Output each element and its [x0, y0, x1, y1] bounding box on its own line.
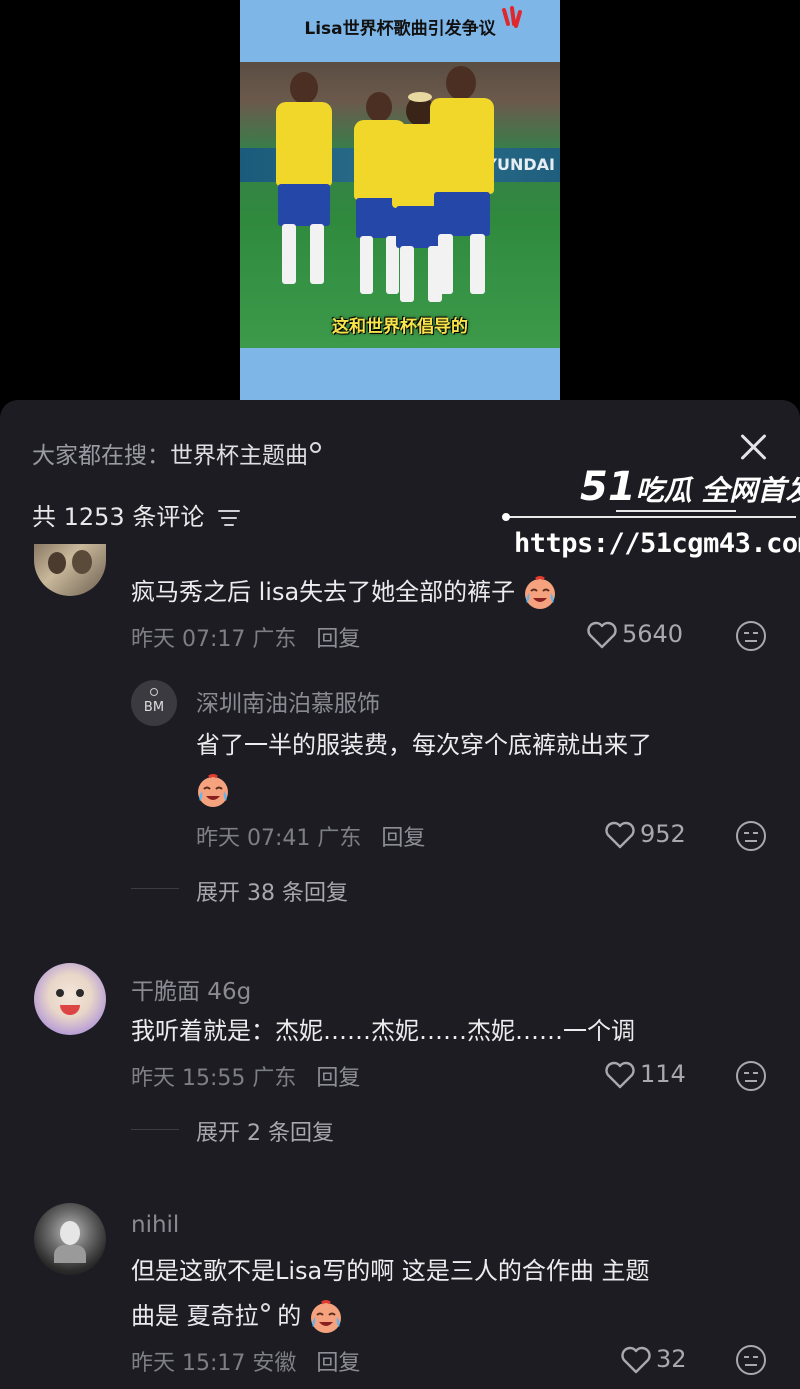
emoji-reaction-icon[interactable] [736, 1061, 766, 1091]
like-button[interactable]: 114 [604, 1060, 686, 1089]
avatar[interactable] [34, 963, 106, 1035]
emoji-reaction-icon[interactable] [736, 1345, 766, 1375]
avatar[interactable] [34, 1203, 106, 1275]
expand-replies-button[interactable]: 展开 2 条回复 [196, 1115, 334, 1147]
watermark-logo: 51吃瓜 全网首发 [580, 464, 800, 510]
comment-time: 昨天 15:17 安徽 [131, 1351, 297, 1376]
search-icon [310, 442, 321, 453]
reply-time: 昨天 07:41 广东 [196, 826, 362, 851]
reply-button[interactable]: 回复 [381, 826, 425, 851]
watermark-url: https://51cgm43.com [514, 528, 800, 559]
expand-replies-button[interactable]: 展开 38 条回复 [196, 875, 348, 907]
comment-text: 但是这歌不是Lisa写的啊 这是三人的合作曲 主题 [131, 1257, 650, 1285]
search-suggestion[interactable]: 大家都在搜：世界杯主题曲 [32, 436, 321, 470]
video-caption: 这和世界杯倡导的 [332, 317, 468, 337]
close-button[interactable] [734, 428, 772, 466]
search-suggestion-prefix: 大家都在搜： [32, 443, 170, 469]
search-icon [260, 1303, 270, 1312]
football-scene-image: HYUNDAI [240, 62, 560, 348]
comment-meta: 昨天 15:17 安徽 回复 [131, 1345, 360, 1377]
emoji-reaction-icon[interactable] [736, 621, 766, 651]
reply-text-emoji [196, 767, 230, 813]
avatar[interactable] [34, 544, 106, 596]
comment-time: 昨天 15:55 广东 [131, 1066, 297, 1091]
like-count: 32 [656, 1345, 687, 1373]
like-button[interactable]: 5640 [586, 620, 683, 649]
video-frame[interactable]: Lisa世界杯歌曲引发争议 HYUNDAI 这和世界杯倡导的 [240, 0, 560, 400]
like-count: 952 [640, 820, 686, 848]
like-button[interactable]: 32 [620, 1345, 687, 1374]
reply-meta: 昨天 07:41 广东 回复 [196, 820, 425, 852]
search-link[interactable]: 夏奇拉 [187, 1302, 259, 1330]
comment-sheet: 大家都在搜：世界杯主题曲 共 1253 条评论 51吃瓜 全网首发 https:… [0, 400, 800, 1389]
like-button[interactable]: 952 [604, 820, 686, 849]
reply-button[interactable]: 回复 [316, 1351, 360, 1376]
comment-text: 我听着就是：杰妮……杰妮……杰妮……一个调 [131, 1017, 635, 1045]
reply-username[interactable]: 深圳南油泊慕服饰 [196, 684, 380, 718]
like-count: 5640 [622, 620, 684, 648]
heart-icon [621, 1346, 651, 1374]
comment-text-line2: 曲是 夏奇拉 的 [131, 1293, 343, 1339]
search-suggestion-term[interactable]: 世界杯主题曲 [170, 443, 308, 469]
heart-icon [587, 621, 617, 649]
video-player[interactable]: Lisa世界杯歌曲引发争议 HYUNDAI 这和世界杯倡导的 [0, 0, 800, 400]
like-count: 114 [640, 1060, 686, 1088]
watermark: 51吃瓜 全网首发 https://51cgm43.com [500, 464, 800, 574]
comment-username[interactable]: 干脆面 46g [131, 972, 251, 1006]
crying-laugh-emoji-icon [310, 1300, 341, 1333]
expand-divider [131, 1129, 179, 1130]
reply-button[interactable]: 回复 [316, 627, 360, 652]
avatar[interactable]: BM [131, 680, 177, 726]
comment-count: 共 1253 条评论 [32, 497, 240, 532]
reply-text: 省了一半的服装费，每次穿个底裤就出来了 [196, 731, 652, 759]
emoji-reaction-icon[interactable] [736, 821, 766, 851]
heart-icon [605, 1061, 635, 1089]
crying-laugh-emoji-icon [524, 576, 555, 609]
sort-icon[interactable] [217, 510, 240, 526]
comment-meta: 昨天 07:17 广东 回复 [131, 621, 360, 653]
comment-text: 疯马秀之后 lisa失去了她全部的裤子 [131, 569, 557, 615]
exclamation-spark-icon [502, 6, 522, 28]
reply-button[interactable]: 回复 [316, 1066, 360, 1091]
comment-time: 昨天 07:17 广东 [131, 627, 297, 652]
heart-icon [605, 821, 635, 849]
comment-username[interactable]: nihil [131, 1212, 179, 1238]
comment-meta: 昨天 15:55 广东 回复 [131, 1060, 360, 1092]
comment-count-text: 共 1253 条评论 [32, 503, 205, 531]
crying-laugh-emoji-icon [198, 774, 228, 807]
expand-divider [131, 888, 179, 889]
watermark-divider [502, 510, 796, 521]
